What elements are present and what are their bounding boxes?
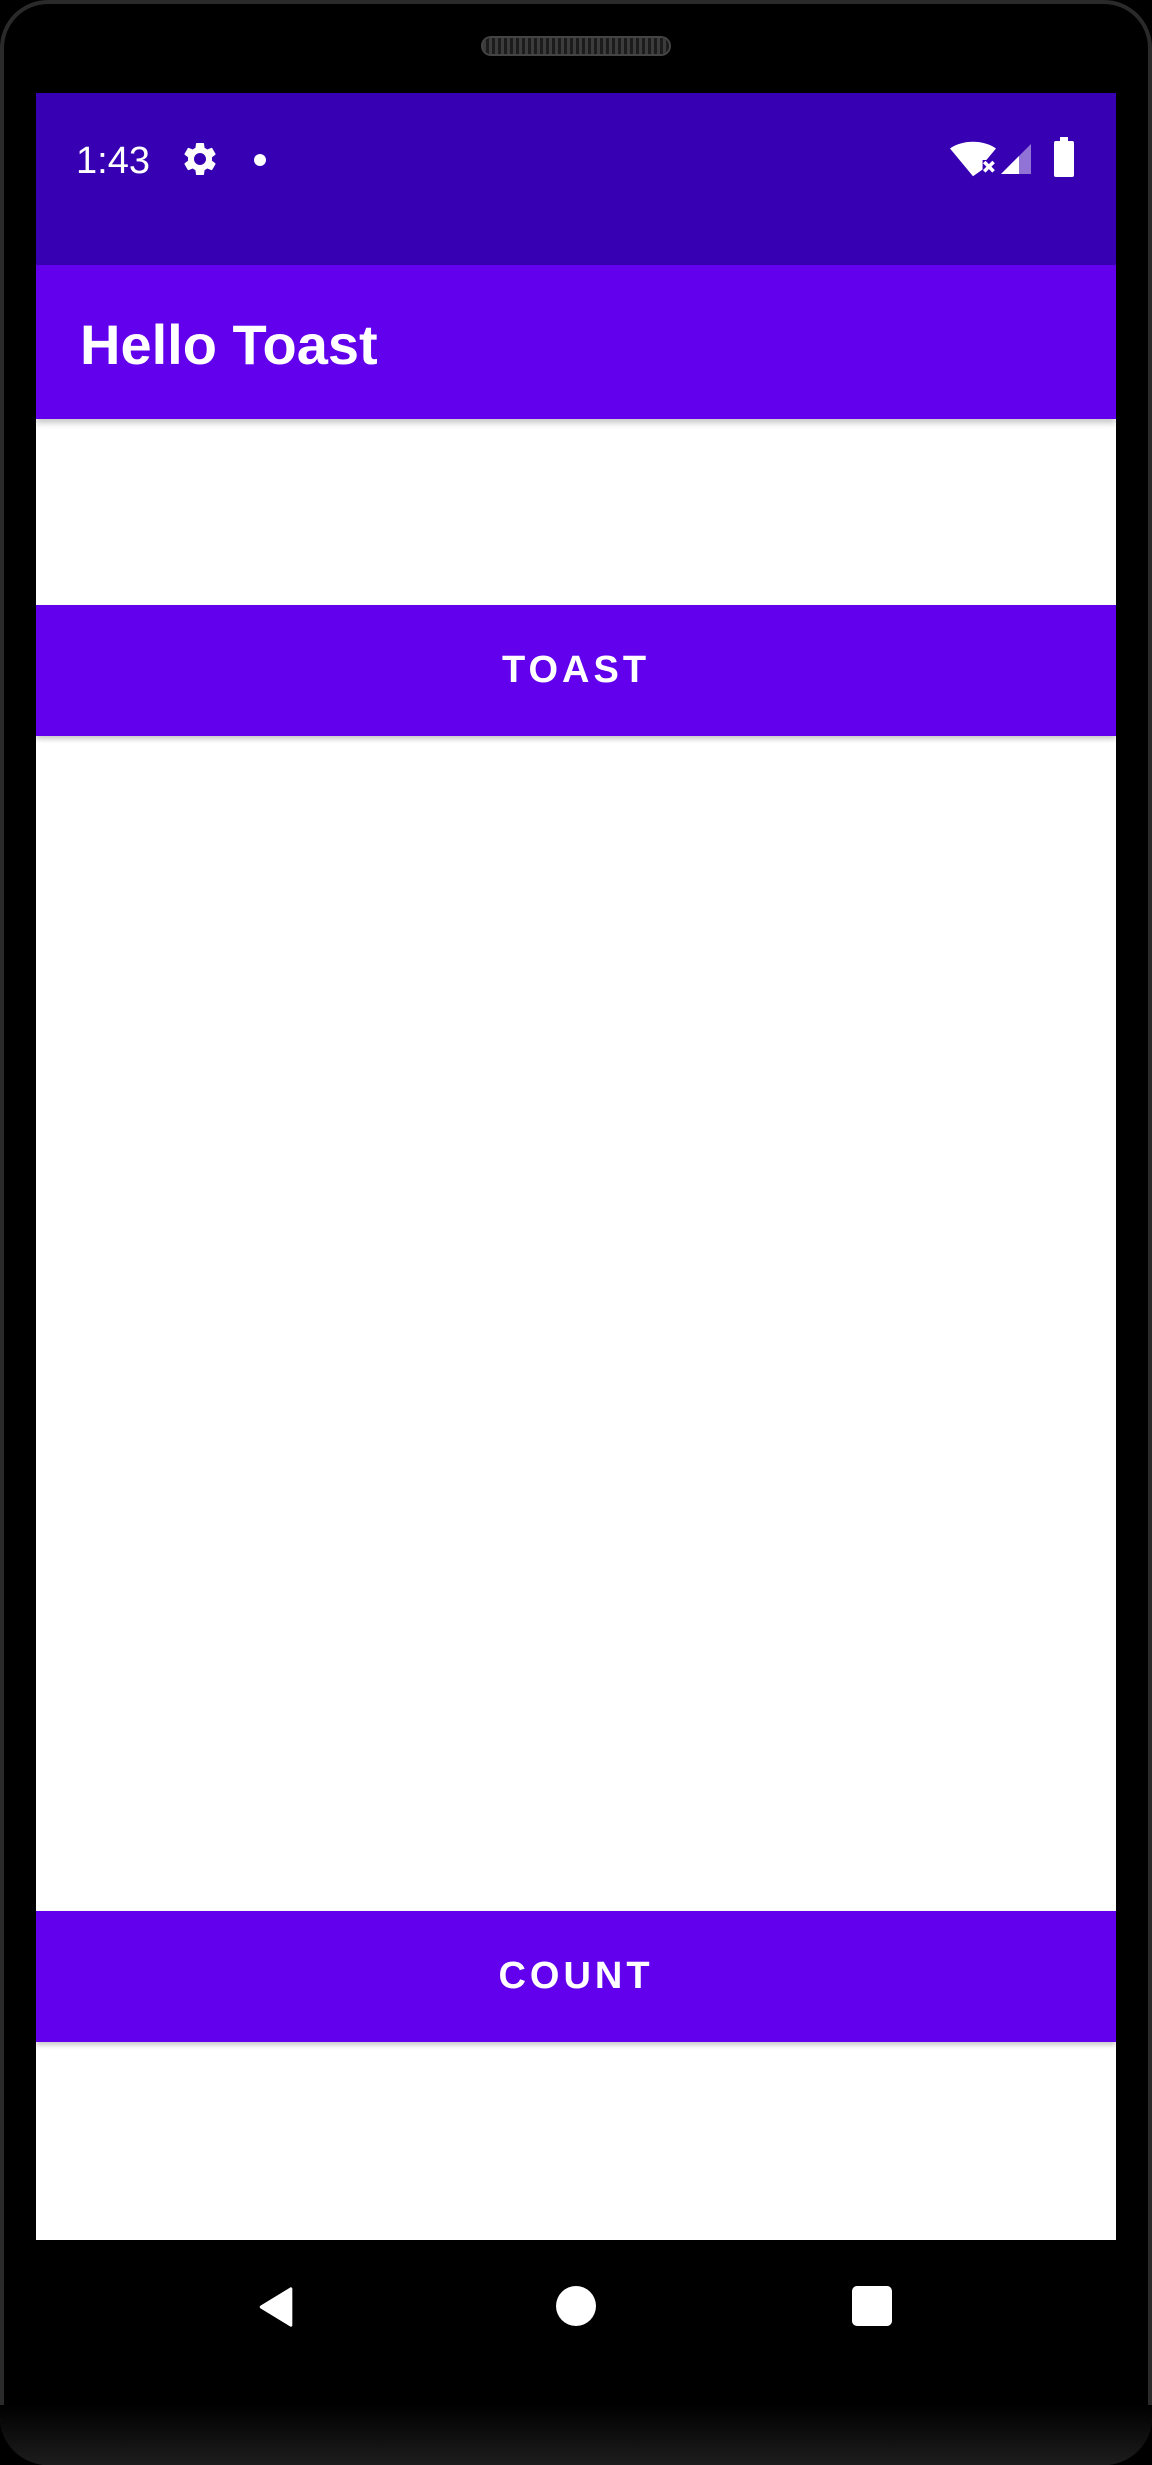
device-frame: 1:43 Hello Toast TOAST COUNT bbox=[0, 0, 1152, 2465]
count-display bbox=[36, 736, 1116, 1911]
gear-icon bbox=[184, 142, 216, 175]
status-bar: 1:43 bbox=[36, 93, 1116, 265]
cell-signal-icon bbox=[1001, 144, 1031, 174]
recents-icon[interactable] bbox=[852, 2286, 892, 2326]
back-icon[interactable] bbox=[254, 2284, 300, 2330]
app-title: Hello Toast bbox=[80, 313, 378, 376]
screen: 1:43 Hello Toast TOAST COUNT bbox=[36, 93, 1116, 2240]
navigation-bar bbox=[36, 2240, 1116, 2372]
battery-icon bbox=[1054, 137, 1074, 177]
wifi-no-internet-icon bbox=[950, 141, 996, 177]
home-icon[interactable] bbox=[556, 2286, 596, 2326]
earpiece-speaker bbox=[483, 38, 669, 54]
status-time: 1:43 bbox=[76, 140, 150, 182]
toast-button[interactable]: TOAST bbox=[36, 605, 1116, 736]
device-chin bbox=[0, 2405, 1152, 2465]
count-button[interactable]: COUNT bbox=[36, 1911, 1116, 2042]
app-bar: Hello Toast bbox=[36, 265, 1116, 419]
notification-dot-icon bbox=[254, 154, 266, 166]
